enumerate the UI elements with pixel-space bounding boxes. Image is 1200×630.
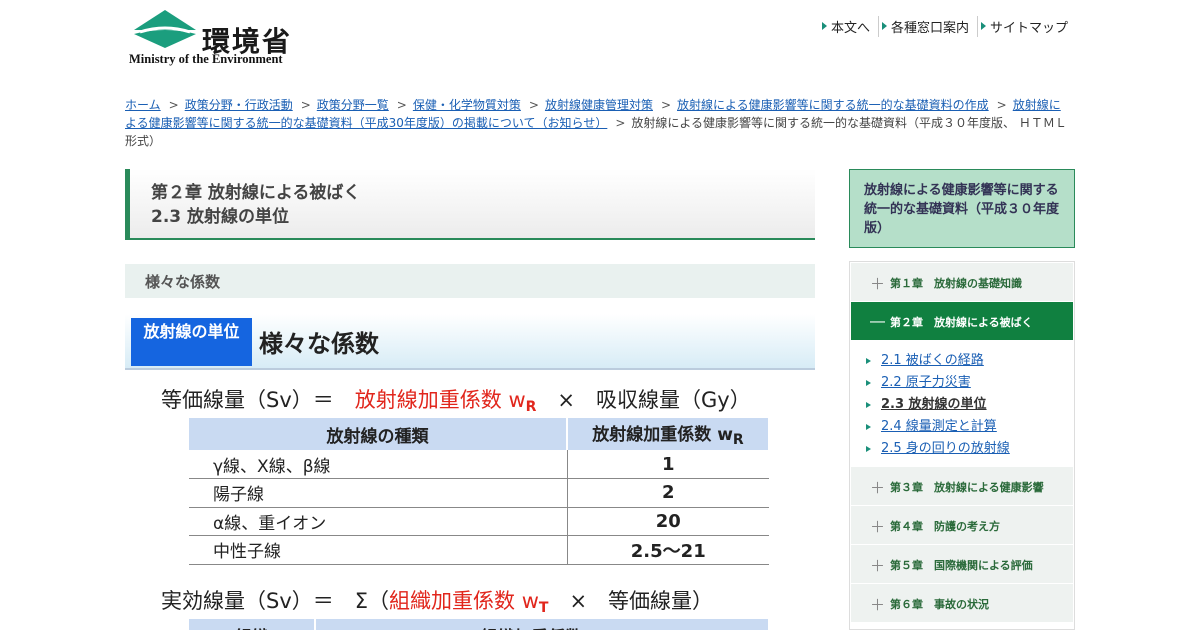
effective-dose-formula: 実効線量（Sv）＝ Σ（組織加重係数 wT × 等価線量） xyxy=(161,589,714,616)
logo-english-text: Ministry of the Environment xyxy=(129,52,283,66)
figure-header-band: 放射線の単位 様々な係数 xyxy=(125,314,815,370)
subitem-link[interactable]: 2.5 身の回りの放射線 xyxy=(881,441,1010,456)
breadcrumb-link-policy-list[interactable]: 政策分野一覧 xyxy=(317,98,389,112)
sidebar-item-chapter-3[interactable]: ＋第３章 放射線による健康影響 xyxy=(851,467,1073,505)
page-title: 第２章 放射線による被ばく 2.3 放射線の単位 xyxy=(125,169,815,240)
equivalent-dose-formula: 等価線量（Sv）＝ 放射線加重係数 wR × 吸収線量（Gy） xyxy=(161,388,751,415)
section-heading: 様々な係数 xyxy=(125,264,815,298)
column-header: 組織 xyxy=(189,619,317,630)
breadcrumb-link-basic-material[interactable]: 放射線による健康影響等に関する統一的な基礎資料の作成 xyxy=(677,98,989,112)
table-row: 中性子線 2.5〜21 xyxy=(189,535,769,565)
column-header: 組織加重係数 w xyxy=(315,619,770,630)
sidebar-heading: 放射線による健康影響等に関する統一的な基礎資料（平成３０年度版） xyxy=(849,169,1075,248)
logo[interactable]: 環境省 Ministry of the Environment xyxy=(126,6,301,70)
breadcrumb-link-home[interactable]: ホーム xyxy=(125,98,161,112)
subitem-2-2: 2.2 原子力災害 xyxy=(866,372,1074,394)
table-header-row: 放射線の種類 放射線加重係数 wR xyxy=(189,418,770,450)
coefficients-figure: 放射線の単位 様々な係数 等価線量（Sv）＝ 放射線加重係数 wR × 吸収線量… xyxy=(125,314,815,630)
table-row: α線、重イオン 20 xyxy=(189,507,769,536)
subitem-2-3: 2.3 放射線の単位 xyxy=(866,394,1074,416)
utility-nav: 本文へ 各種窓口案内 サイトマップ xyxy=(819,16,1076,37)
subitem-2-1: 2.1 被ばくの経路 xyxy=(866,350,1074,372)
plus-icon: ＋ xyxy=(870,275,886,293)
sidebar-item-chapter-2[interactable]: ― 第２章 放射線による被ばく xyxy=(851,302,1073,340)
contact-guide-link[interactable]: 各種窓口案内 xyxy=(877,16,977,37)
chapter-2-subitems: 2.1 被ばくの経路 2.2 原子力災害 2.3 放射線の単位 2.4 線量測定… xyxy=(850,341,1074,466)
breadcrumb: ホーム > 政策分野・行政活動 > 政策分野一覧 > 保健・化学物質対策 > 放射線健康管理対策… xyxy=(125,98,1067,148)
table-row: γ線、X線、β線 1 xyxy=(189,450,769,479)
skip-to-content-link[interactable]: 本文へ xyxy=(819,16,878,37)
subitem-link[interactable]: 2.4 線量測定と計算 xyxy=(881,419,997,434)
subitem-link[interactable]: 2.2 原子力災害 xyxy=(881,375,971,390)
breadcrumb-link-health-chemical[interactable]: 保健・化学物質対策 xyxy=(413,98,521,112)
section-title: 2.3 放射線の単位 xyxy=(151,207,290,227)
sidebar-item-chapter-1[interactable]: ＋第１章 放射線の基礎知識 xyxy=(851,263,1073,301)
column-header: 放射線加重係数 wR xyxy=(567,418,770,450)
sidebar-item-chapter-4[interactable]: ＋第４章 防護の考え方 xyxy=(851,506,1073,544)
chapter-title: 第２章 放射線による被ばく xyxy=(151,183,361,203)
subitem-link-current[interactable]: 2.3 放射線の単位 xyxy=(881,397,987,412)
breadcrumb-link-radiation-health[interactable]: 放射線健康管理対策 xyxy=(545,98,653,112)
column-header: 放射線の種類 xyxy=(189,418,568,450)
tissue-weighting-table: 組織 組織加重係数 w xyxy=(189,619,770,630)
breadcrumb-link-policy[interactable]: 政策分野・行政活動 xyxy=(185,98,293,112)
plus-icon: ＋ xyxy=(870,518,886,536)
plus-icon: ＋ xyxy=(870,479,886,497)
radiation-weighting-table: 放射線の種類 放射線加重係数 wR γ線、X線、β線 1 陽子線 2 α線、重イオン… xyxy=(189,418,770,565)
figure-badge: 放射線の単位 xyxy=(131,318,252,366)
minus-icon: ― xyxy=(870,312,885,330)
ministry-logo-icon xyxy=(134,10,196,48)
page: 環境省 Ministry of the Environment 本文へ 各種窓口… xyxy=(0,0,1200,630)
plus-icon: ＋ xyxy=(870,596,886,614)
sidebar-nav: ＋第１章 放射線の基礎知識 ― 第２章 放射線による被ばく 2.1 被ばくの経路 … xyxy=(849,261,1075,630)
plus-icon: ＋ xyxy=(870,557,886,575)
subitem-link[interactable]: 2.1 被ばくの経路 xyxy=(881,353,984,368)
subitem-2-5: 2.5 身の回りの放射線 xyxy=(866,438,1074,460)
table-header-row: 組織 組織加重係数 w xyxy=(189,619,770,630)
sidebar-item-chapter-6[interactable]: ＋第６章 事故の状況 xyxy=(851,584,1073,622)
subitem-2-4: 2.4 線量測定と計算 xyxy=(866,416,1074,438)
sitemap-link[interactable]: サイトマップ xyxy=(976,16,1076,37)
table-row: 陽子線 2 xyxy=(189,478,769,508)
sidebar-item-chapter-5[interactable]: ＋第５章 国際機関による評価 xyxy=(851,545,1073,583)
figure-title: 様々な係数 xyxy=(259,330,379,358)
